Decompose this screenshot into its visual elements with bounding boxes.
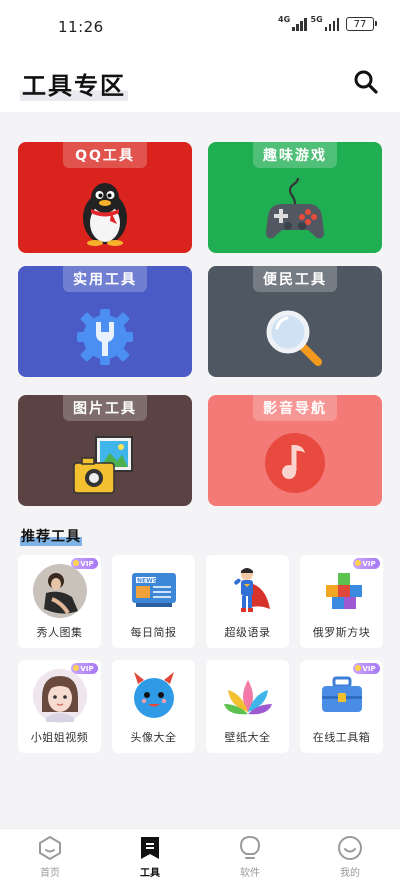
- tool-tile[interactable]: VIP 在线工具箱: [300, 660, 383, 753]
- tool-tile[interactable]: 壁纸大全: [206, 660, 289, 753]
- card-label: QQ工具: [63, 142, 147, 168]
- magnifier-icon: [266, 310, 322, 366]
- card-fun-games[interactable]: 趣味游戏: [208, 142, 382, 253]
- tool-tile[interactable]: 头像大全: [112, 660, 195, 753]
- card-practical-tools[interactable]: 实用工具: [18, 266, 192, 377]
- photo-avatar-icon: [32, 564, 87, 618]
- tool-name: 每日简报: [130, 626, 177, 639]
- gamepad-icon: [266, 177, 324, 239]
- card-label: 趣味游戏: [253, 142, 337, 168]
- tab-label: 首页: [40, 868, 60, 879]
- tool-tile[interactable]: NEWS 每日简报: [112, 555, 195, 648]
- home-icon: [39, 836, 61, 860]
- settings-wrench-icon: [77, 309, 133, 365]
- tool-name: 在线工具箱: [312, 731, 371, 744]
- tool-name: 俄罗斯方块: [312, 626, 371, 639]
- card-label: 影音导航: [253, 395, 337, 421]
- toolbox-icon: [321, 676, 362, 712]
- penguin-icon: [83, 183, 127, 246]
- tool-tile[interactable]: VIP 秀人图集: [18, 555, 101, 648]
- tetris-blocks-icon: [325, 573, 362, 609]
- search-icon: [354, 70, 378, 94]
- signal-5g-icon: 5G: [311, 15, 339, 31]
- tab-label: 软件: [240, 868, 260, 879]
- card-qq-tools[interactable]: QQ工具: [18, 142, 192, 253]
- tool-name: 头像大全: [130, 731, 177, 744]
- smile-icon: [338, 836, 362, 860]
- bulb-icon: [239, 835, 261, 859]
- music-note-icon: [265, 433, 325, 493]
- card-picture-tools[interactable]: 图片工具: [18, 395, 192, 506]
- status-indicators: 4G 5G 77: [278, 15, 377, 31]
- card-label: 实用工具: [63, 266, 147, 292]
- header: 工具专区: [0, 52, 400, 112]
- section-title-recommended: 推荐工具: [20, 526, 82, 546]
- tab-software[interactable]: 软件: [220, 835, 280, 879]
- tab-mine[interactable]: 我的: [320, 835, 380, 879]
- lotus-icon: [223, 680, 272, 715]
- tool-tile[interactable]: VIP 小姐姐视频: [18, 660, 101, 753]
- card-convenience-tools[interactable]: 便民工具: [208, 266, 382, 377]
- tool-tile[interactable]: 超级语录: [206, 555, 289, 648]
- girl-avatar-icon: [32, 669, 87, 723]
- card-media-navigation[interactable]: 影音导航: [208, 395, 382, 506]
- camera-picture-icon: [73, 436, 133, 494]
- tab-tools[interactable]: 工具: [120, 835, 180, 879]
- card-label: 便民工具: [253, 266, 337, 292]
- tab-label: 工具: [140, 868, 160, 879]
- status-bar: 11:26 4G 5G 77: [0, 0, 400, 52]
- search-button[interactable]: [352, 68, 380, 96]
- tool-name: 壁纸大全: [224, 731, 271, 744]
- card-label: 图片工具: [63, 395, 147, 421]
- svg-text:NEWS: NEWS: [137, 578, 157, 585]
- tab-label: 我的: [340, 868, 360, 879]
- tool-name: 秀人图集: [36, 626, 83, 639]
- page-title: 工具专区: [20, 66, 128, 101]
- status-time: 11:26: [58, 18, 104, 36]
- tool-tile[interactable]: VIP 俄罗斯方块: [300, 555, 383, 648]
- bottom-tab-bar: 首页 工具 软件 我的: [0, 828, 400, 888]
- signal-4g-icon: 4G: [278, 15, 307, 31]
- tool-name: 小姐姐视频: [30, 731, 89, 744]
- bookmark-tool-icon: [141, 837, 159, 859]
- battery-icon: 77: [346, 17, 377, 31]
- tab-home[interactable]: 首页: [20, 835, 80, 879]
- superhero-icon: [233, 568, 270, 612]
- news-board-icon: NEWS: [131, 573, 176, 607]
- blue-monster-icon: [133, 672, 174, 718]
- tool-name: 超级语录: [224, 626, 271, 639]
